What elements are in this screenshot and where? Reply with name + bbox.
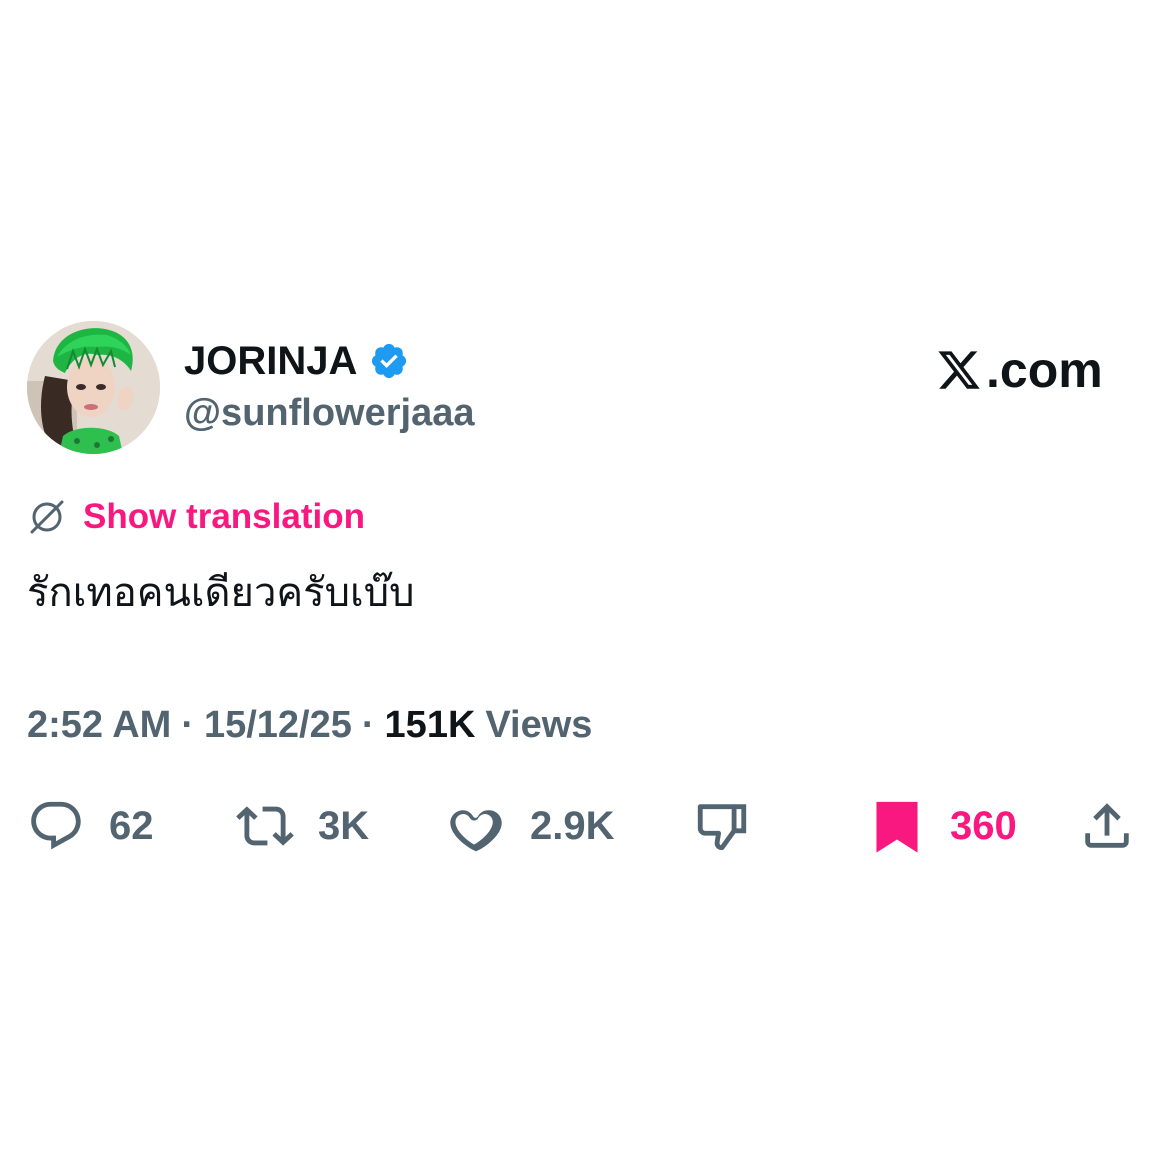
views-count: 151K [384,703,476,746]
repost-button[interactable]: 3K [236,796,369,856]
like-button[interactable]: 2.9K [448,796,615,856]
heart-icon [450,810,502,852]
avatar[interactable] [27,321,160,454]
views-label: Views [485,703,593,746]
tweet-date[interactable]: 15/12/25 [204,704,352,747]
verified-badge-icon [372,343,407,379]
translation-row: Show translation [27,494,365,540]
site-label: .com [986,342,1103,398]
meta-separator: · [181,703,194,746]
tweet-text: รักเทอคนเดียวครับเบ๊บ [27,570,415,616]
show-translation-link[interactable]: Show translation [83,497,365,537]
repost-count: 3K [318,803,370,848]
reply-button[interactable]: 62 [27,796,154,856]
reply-count: 62 [109,803,154,848]
dislike-button[interactable] [693,796,751,856]
repost-icon [236,806,294,846]
meta-separator: · [361,703,375,746]
tweet-meta: 2:52 AM · 15/12/25 · 151K Views [27,700,592,750]
bookmark-icon [876,801,918,853]
reply-icon [31,801,81,850]
site-logo: .com [934,340,1103,400]
action-bar: 62 3K 2.9K 360 [0,796,1170,856]
like-count: 2.9K [530,803,615,848]
tweet-card: JORINJA @sunflowerjaaa .com Show transla… [0,0,1170,1170]
share-icon [1085,803,1129,848]
share-button[interactable] [1078,796,1136,856]
x-logo-icon [938,351,980,389]
bookmark-count: 360 [950,803,1017,848]
user-handle[interactable]: @sunflowerjaaa [184,392,474,435]
globe-icon [30,500,64,534]
tweet-time[interactable]: 2:52 AM [27,704,171,747]
display-name[interactable]: JORINJA [184,339,357,384]
display-name-row: JORINJA [184,336,409,386]
bookmark-button[interactable]: 360 [868,796,1017,856]
thumbs-down-icon [697,804,747,851]
